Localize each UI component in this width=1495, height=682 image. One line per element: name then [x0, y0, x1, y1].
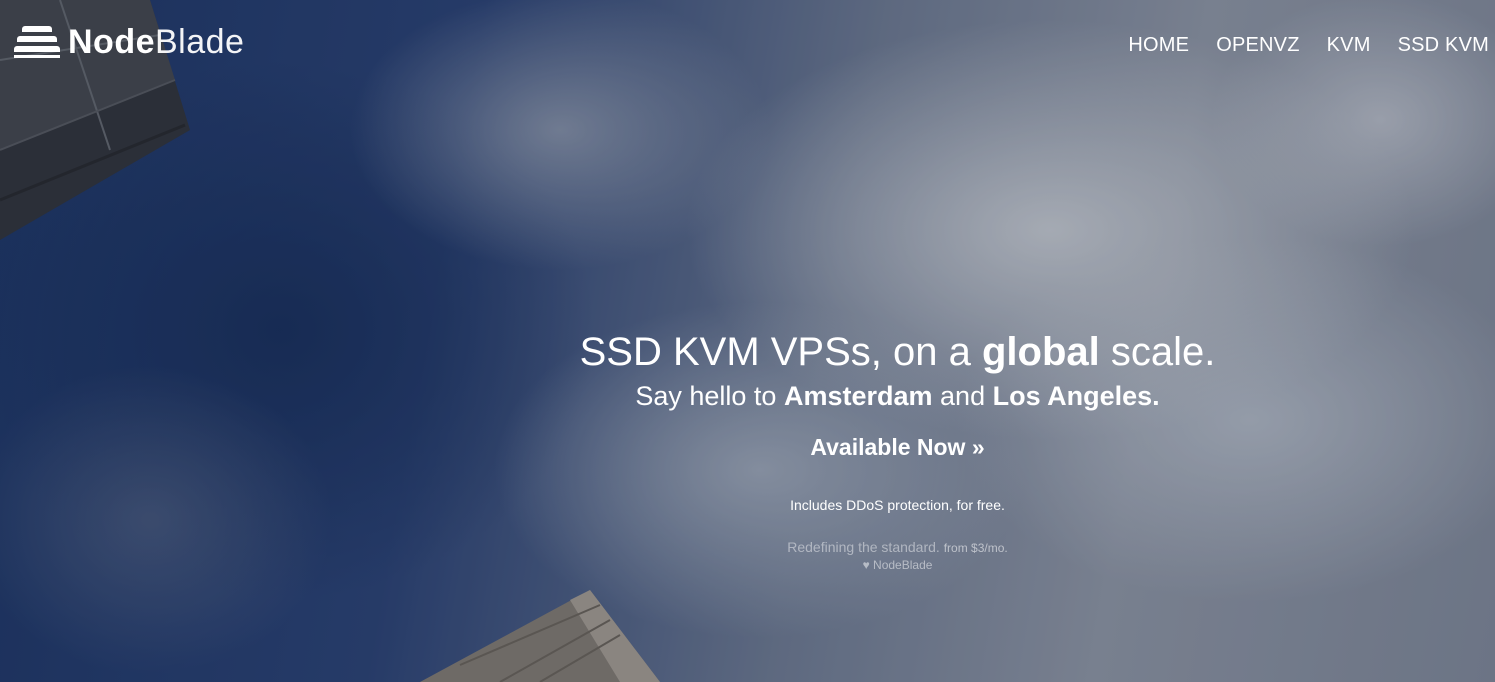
- nav-openvz[interactable]: OPENVZ: [1216, 34, 1299, 57]
- nav-kvm[interactable]: KVM: [1327, 34, 1371, 57]
- headline-bold: global: [982, 330, 1100, 374]
- ddos-note: Includes DDoS protection, for free.: [790, 497, 1005, 513]
- headline-pre: SSD KVM VPSs, on a: [579, 330, 971, 374]
- subline-city-amsterdam: Amsterdam: [783, 381, 933, 411]
- subline-city-los-angeles: Los Angeles.: [992, 381, 1160, 411]
- main-nav: HOME OPENVZ KVM SSD KVM: [1128, 34, 1489, 57]
- tagline-price: from $3/mo.: [943, 541, 1008, 555]
- credit-text: NodeBlade: [873, 558, 933, 572]
- available-now-link[interactable]: Available Now »: [150, 434, 1495, 461]
- subline-pre: Say hello to: [635, 381, 777, 411]
- logo-text: NodeBlade: [68, 25, 244, 59]
- nav-home[interactable]: HOME: [1128, 34, 1189, 57]
- credit-line: ♥ NodeBlade: [150, 558, 1495, 572]
- stacked-blades-icon: [14, 24, 62, 60]
- nodeblade-logo[interactable]: NodeBlade: [14, 24, 244, 60]
- tagline: Redefining the standard. from $3/mo.: [150, 539, 1495, 555]
- logo-text-bold: Node: [68, 23, 155, 61]
- nav-ssd-kvm[interactable]: SSD KVM: [1398, 34, 1489, 57]
- headline-post: scale.: [1110, 330, 1216, 374]
- hero-headline: SSD KVM VPSs, on a global scale.: [150, 330, 1495, 375]
- hero-subline: Say hello to Amsterdam and Los Angeles.: [150, 381, 1495, 412]
- heart-icon: ♥: [862, 558, 870, 572]
- logo-text-light: Blade: [155, 23, 245, 61]
- subline-and: and: [940, 381, 986, 411]
- building-bottom-image: [420, 590, 660, 682]
- tagline-text: Redefining the standard.: [787, 539, 940, 555]
- hero-section: NodeBlade HOME OPENVZ KVM SSD KVM SSD KV…: [0, 0, 1495, 682]
